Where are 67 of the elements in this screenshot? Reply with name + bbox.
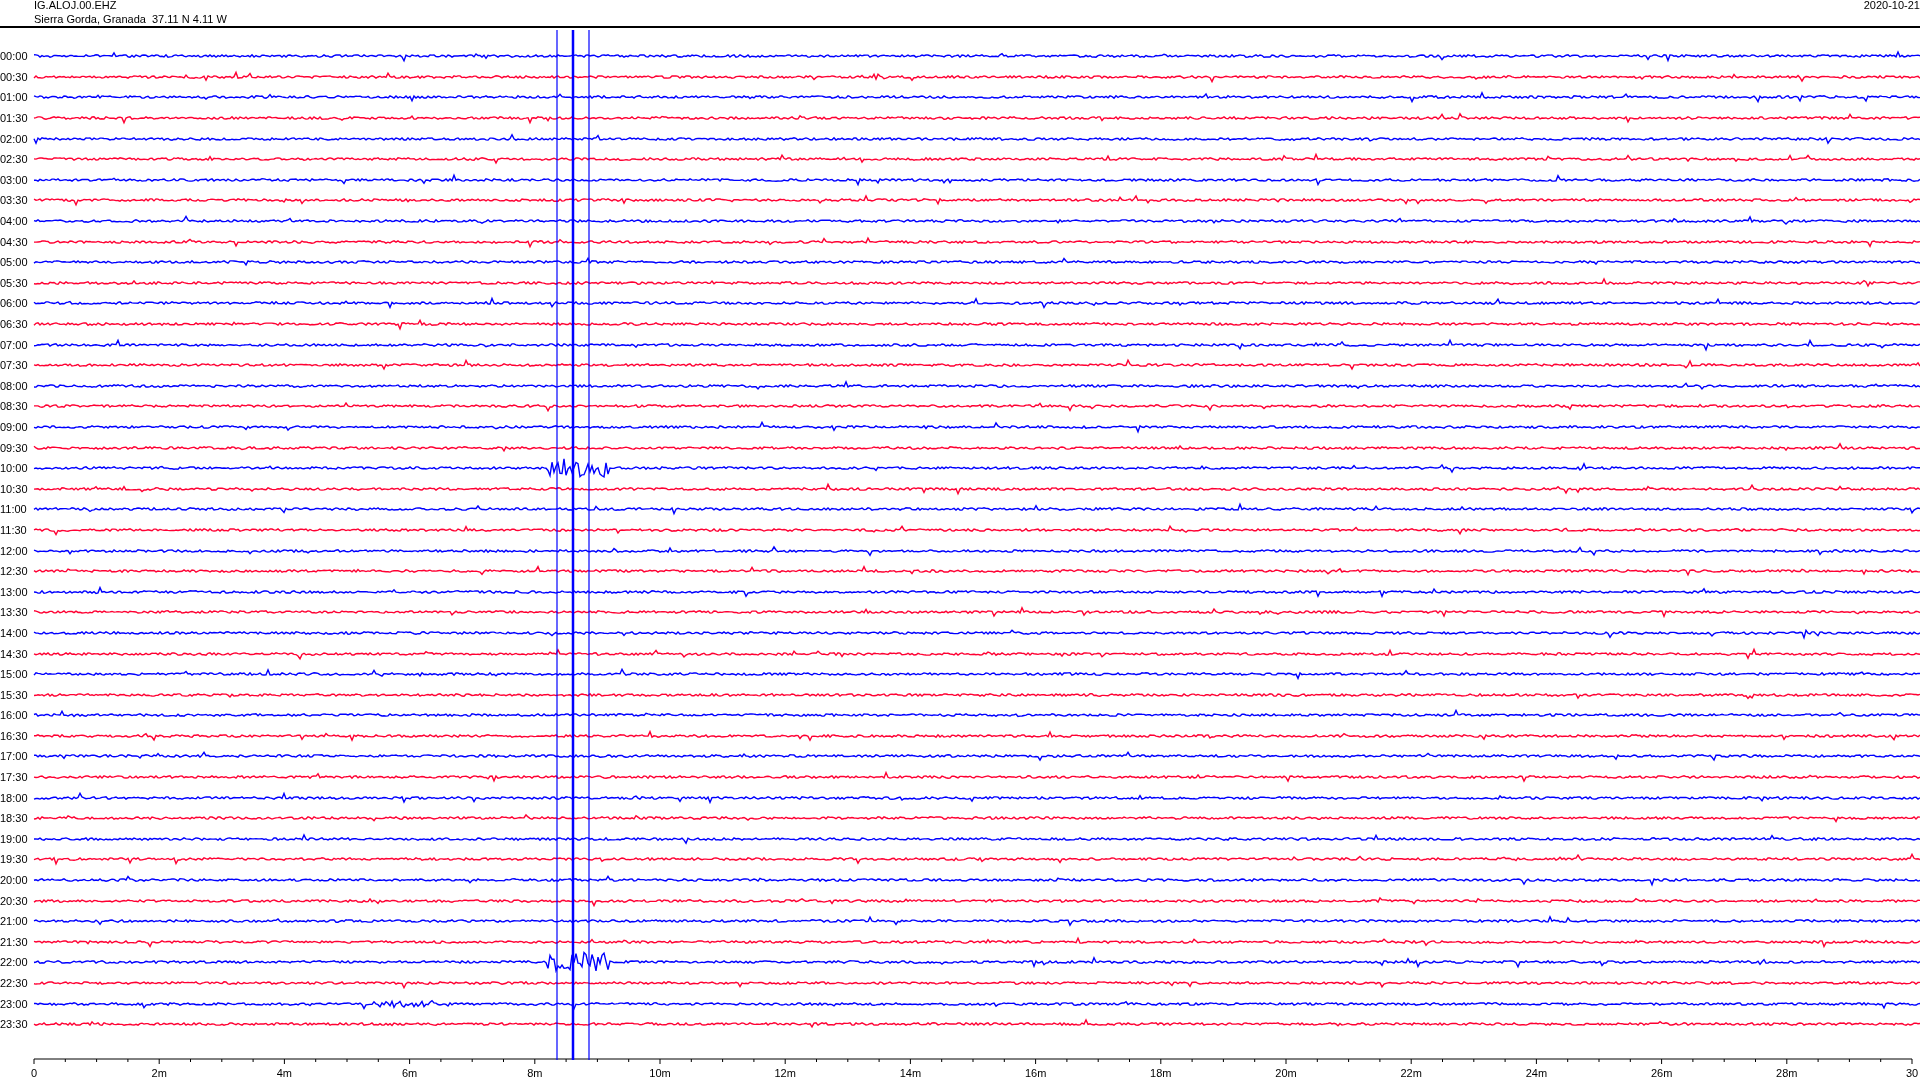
time-label: 20:00 bbox=[0, 874, 29, 887]
time-label: 13:00 bbox=[0, 585, 29, 598]
station-code: IG.ALOJ.00.EHZ bbox=[34, 0, 118, 12]
time-label: 21:00 bbox=[0, 915, 29, 928]
time-label: 02:30 bbox=[0, 153, 29, 166]
axis-tick-label: 6m bbox=[401, 1066, 418, 1079]
time-label: 15:00 bbox=[0, 668, 29, 681]
axis-tick-label: 14m bbox=[899, 1066, 922, 1079]
time-label: 02:00 bbox=[0, 132, 29, 145]
time-label: 06:30 bbox=[0, 318, 29, 330]
time-label: 14:00 bbox=[0, 626, 29, 639]
time-label: 09:00 bbox=[0, 421, 29, 433]
axis-tick-label: 4m bbox=[276, 1066, 293, 1079]
time-label: 10:00 bbox=[0, 462, 29, 475]
time-label: 17:30 bbox=[0, 771, 29, 784]
time-label: 04:30 bbox=[0, 235, 29, 248]
time-label: 05:00 bbox=[0, 256, 29, 269]
axis-tick-label: 0 bbox=[30, 1066, 38, 1079]
axis-tick-label: 24m bbox=[1525, 1066, 1548, 1079]
axis-tick-label: 28m bbox=[1776, 1066, 1798, 1079]
time-label: 14:30 bbox=[0, 647, 29, 660]
time-label: 05:30 bbox=[0, 276, 29, 289]
time-label: 11:00 bbox=[0, 503, 28, 516]
time-label: 23:30 bbox=[0, 1018, 29, 1031]
time-label: 12:30 bbox=[0, 565, 29, 578]
time-label: 07:30 bbox=[0, 359, 29, 372]
time-label: 01:00 bbox=[0, 91, 29, 104]
time-label: 00:30 bbox=[0, 70, 29, 83]
time-label: 04:00 bbox=[0, 215, 29, 228]
time-label: 22:30 bbox=[0, 977, 29, 989]
time-label: 07:00 bbox=[0, 338, 29, 351]
axis-tick-label: 20m bbox=[1275, 1066, 1297, 1079]
date-label: 2020-10-21 bbox=[1863, 0, 1920, 13]
axis-tick-label: 18m bbox=[1150, 1066, 1172, 1079]
time-label: 16:30 bbox=[0, 729, 29, 742]
axis-tick-label: 8m bbox=[527, 1066, 543, 1079]
station-location: Sierra Gorda, Granada 37.11 N 4.11 W bbox=[34, 12, 227, 26]
time-label: 22:00 bbox=[0, 956, 29, 969]
time-label: 00:00 bbox=[0, 50, 29, 63]
axis-tick-label: 12m bbox=[774, 1066, 796, 1079]
axis-tick-label: 26m bbox=[1650, 1066, 1673, 1079]
time-label: 23:00 bbox=[0, 997, 29, 1010]
time-label: 19:00 bbox=[0, 832, 29, 845]
time-label: 19:30 bbox=[0, 853, 29, 866]
time-label: 21:30 bbox=[0, 935, 29, 948]
time-label: 10:30 bbox=[0, 482, 29, 495]
time-label: 20:30 bbox=[0, 894, 29, 907]
time-label: 18:00 bbox=[0, 791, 29, 804]
time-label: 18:30 bbox=[0, 812, 29, 825]
time-label: 13:30 bbox=[0, 606, 29, 619]
time-label: 09:30 bbox=[0, 441, 29, 454]
time-label: 03:00 bbox=[0, 173, 29, 186]
axis-tick-label: 10m bbox=[649, 1066, 671, 1079]
time-label: 12:00 bbox=[0, 544, 29, 557]
time-label: 08:00 bbox=[0, 379, 29, 392]
axis-tick-label: 2m bbox=[151, 1066, 167, 1079]
time-label: 03:30 bbox=[0, 194, 29, 207]
axis-tick-label: 16m bbox=[1024, 1066, 1047, 1079]
time-label: 01:30 bbox=[0, 112, 29, 125]
axis-tick-label: 22m bbox=[1400, 1066, 1422, 1079]
time-label: 17:00 bbox=[0, 750, 29, 763]
time-label: 06:00 bbox=[0, 297, 29, 310]
axis-tick-label: 30 bbox=[1905, 1066, 1919, 1079]
time-label: 15:30 bbox=[0, 688, 29, 701]
time-label: 11:30 bbox=[0, 523, 28, 536]
time-label: 16:00 bbox=[0, 709, 29, 722]
time-label: 08:30 bbox=[0, 400, 29, 413]
